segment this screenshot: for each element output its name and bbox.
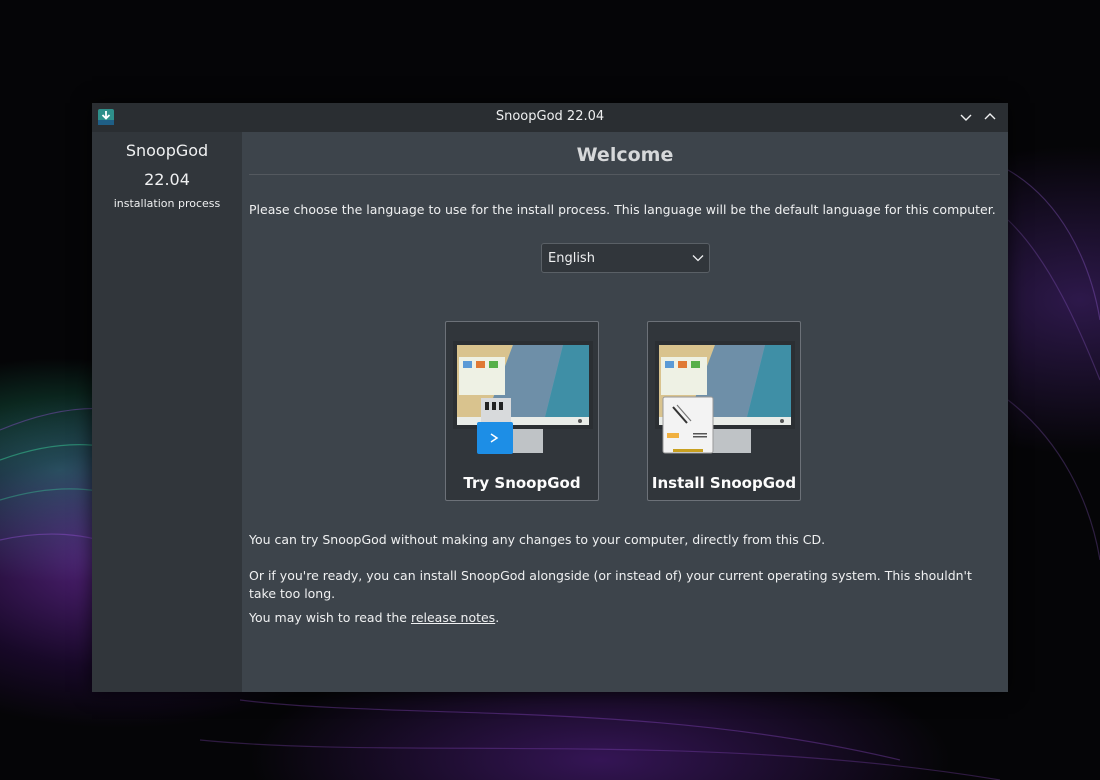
- release-notes-link[interactable]: release notes: [411, 610, 495, 625]
- release-notes-line: You may wish to read the release notes.: [249, 609, 994, 627]
- chevron-down-icon: [692, 255, 704, 262]
- minimize-icon[interactable]: [957, 108, 975, 126]
- install-description: Or if you're ready, you can install Snoo…: [249, 568, 972, 601]
- sidebar-subtitle: installation process: [113, 197, 221, 210]
- usb-live-icon: [453, 341, 593, 454]
- product-name: SnoopGod: [125, 141, 209, 160]
- disk-install-icon: [655, 341, 795, 454]
- try-description: You can try SnoopGod without making any …: [249, 532, 826, 547]
- install-button[interactable]: Install SnoopGod: [647, 321, 801, 501]
- try-button-label: Try SnoopGod: [463, 474, 581, 492]
- maximize-icon[interactable]: [981, 108, 999, 126]
- page-title: Welcome: [576, 144, 674, 166]
- sidebar: SnoopGod 22.04 installation process: [92, 132, 242, 692]
- language-intro-text: Please choose the language to use for th…: [249, 202, 996, 217]
- try-button[interactable]: Try SnoopGod: [445, 321, 599, 501]
- release-notes-suffix: .: [495, 610, 500, 625]
- install-button-label: Install SnoopGod: [651, 474, 797, 492]
- main-content: Welcome Please choose the language to us…: [242, 132, 1008, 692]
- window-title: SnoopGod 22.04: [495, 109, 605, 124]
- language-select[interactable]: English: [541, 243, 710, 273]
- product-version: 22.04: [144, 170, 190, 189]
- heading-divider: [249, 174, 1000, 175]
- title-bar[interactable]: SnoopGod 22.04: [92, 103, 1008, 132]
- installer-window: SnoopGod 22.04 SnoopGod 22.04 installati…: [92, 103, 1008, 692]
- language-select-value: English: [548, 251, 595, 266]
- release-notes-prefix: You may wish to read the: [249, 610, 411, 625]
